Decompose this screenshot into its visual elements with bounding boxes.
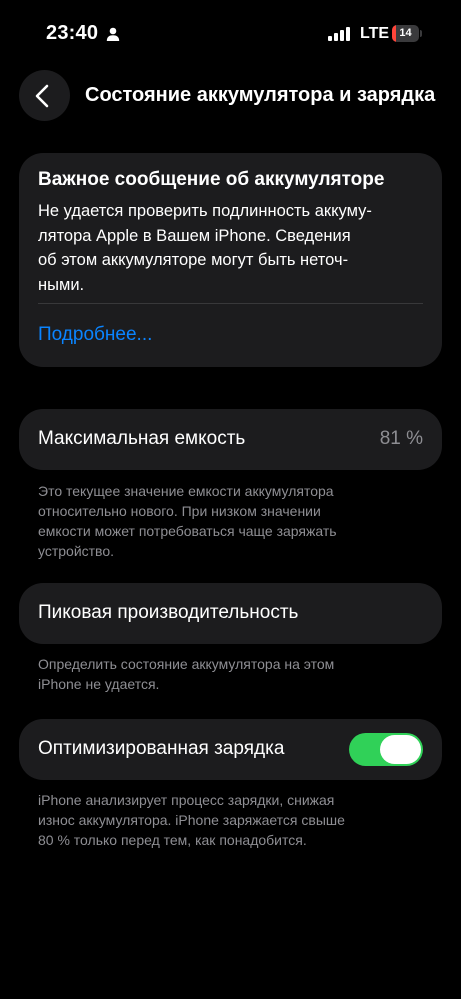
optimized-charging-label: Оптимизированная зарядка — [38, 738, 285, 759]
max-capacity-row: Максимальная емкость 81 % — [19, 409, 442, 470]
optimized-charging-toggle[interactable] — [349, 733, 423, 766]
important-message-line: лятора Apple в Вашем iPhone. Сведения — [38, 226, 351, 245]
footnote-line: устройство. — [38, 543, 115, 559]
important-message-title: Важное сообщение об аккумуляторе — [38, 169, 385, 190]
network-type: LTE — [360, 25, 390, 42]
max-capacity-label: Максимальная емкость — [38, 428, 246, 449]
status-bar: 23:40 LTE 14 — [0, 0, 461, 60]
max-capacity-footnote: Это текущее значение емкости аккумулятор… — [38, 481, 428, 561]
footnote-line: iPhone анализирует процесс зарядки, сниж… — [38, 792, 335, 808]
more-info-link[interactable]: Подробнее... — [38, 324, 152, 346]
optimized-charging-row: Оптимизированная зарядка — [19, 719, 442, 780]
footnote-line: относительно нового. При низком значении — [38, 503, 321, 519]
footnote-line: Это текущее значение емкости аккумулятор… — [38, 483, 334, 499]
peak-performance-footnote: Определить состояние аккумулятора на это… — [38, 654, 428, 694]
chevron-left-icon — [35, 84, 49, 108]
status-time: 23:40 — [46, 22, 99, 44]
page-title: Состояние аккумулятора и зарядка — [85, 84, 436, 106]
max-capacity-value: 81 % — [379, 428, 423, 449]
optimized-charging-footnote: iPhone анализирует процесс зарядки, сниж… — [38, 790, 428, 850]
cellular-signal-icon — [328, 27, 352, 41]
peak-performance-label: Пиковая производительность — [38, 602, 299, 623]
toggle-knob — [380, 735, 421, 764]
peak-performance-row: Пиковая производительность — [19, 583, 442, 644]
person-icon — [106, 27, 120, 41]
back-button[interactable] — [19, 70, 70, 121]
divider — [38, 303, 423, 304]
important-message-card: Важное сообщение об аккумуляторе Не удае… — [19, 153, 442, 367]
footnote-line: износ аккумулятора. iPhone заряжается св… — [38, 812, 345, 828]
footnote-line: Определить состояние аккумулятора на это… — [38, 656, 335, 672]
important-message-line: об этом аккумуляторе могут быть неточ- — [38, 251, 349, 269]
footnote-line: iPhone не удается. — [38, 676, 160, 692]
footnote-line: емкости может потребоваться чаще заряжат… — [38, 523, 337, 539]
important-message-body: Не удается проверить подлинность аккуму-… — [38, 199, 426, 297]
important-message-line: ными. — [38, 275, 85, 294]
battery-level: 14 — [399, 27, 412, 39]
battery-icon: 14 — [392, 25, 422, 42]
footnote-line: 80 % только перед тем, как понадобится. — [38, 832, 307, 848]
important-message-line: Не удается проверить подлинность аккуму- — [38, 202, 372, 220]
